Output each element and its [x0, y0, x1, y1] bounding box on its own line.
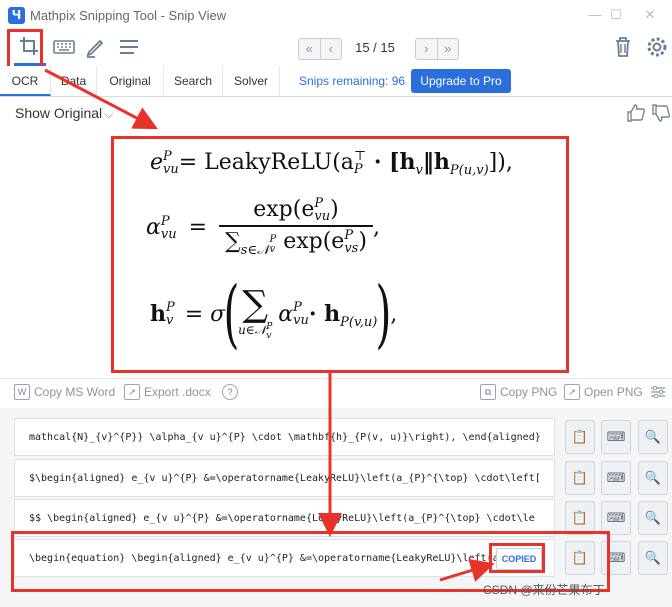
watermark-text: CSDN @来份芒果布丁 — [483, 583, 605, 597]
arrow-to-copied — [439, 558, 495, 582]
arrow-to-equation — [44, 68, 158, 130]
annotation-arrows — [44, 68, 495, 582]
